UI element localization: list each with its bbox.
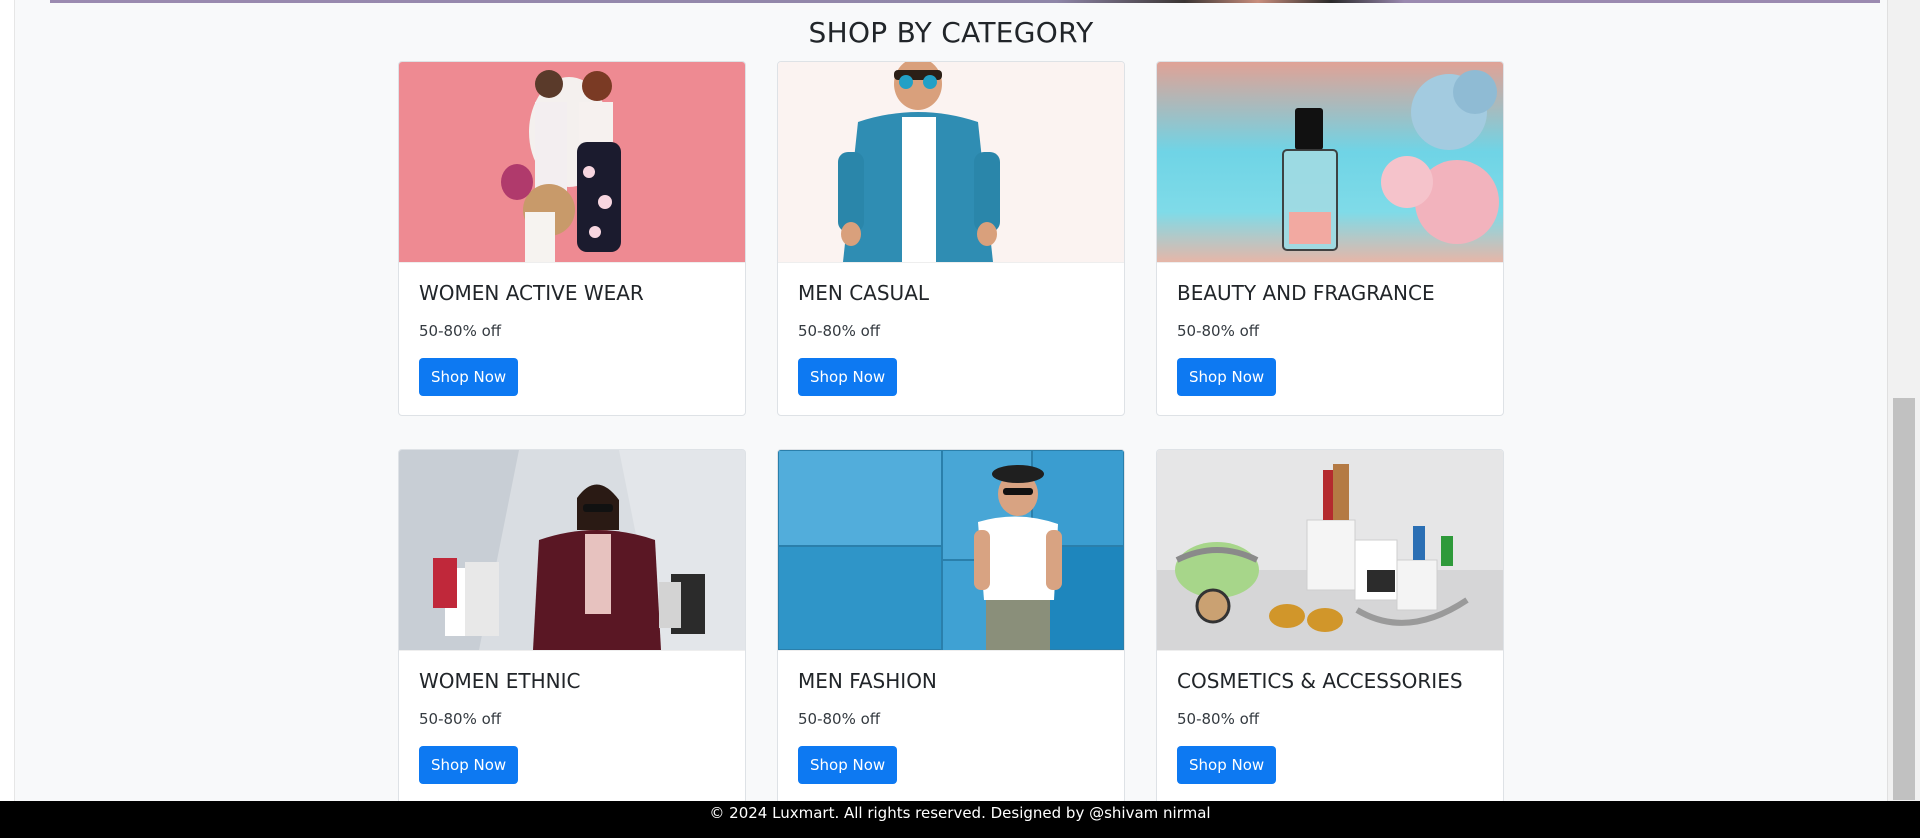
card-offer-text: 50-80% off (798, 710, 881, 728)
category-card-cosmetics-accessories: COSMETICS & ACCESSORIES 50-80% off Shop … (1156, 449, 1504, 804)
card-title: BEAUTY AND FRAGRANCE (1177, 281, 1435, 305)
category-card-beauty-fragrance: BEAUTY AND FRAGRANCE 50-80% off Shop Now (1156, 61, 1504, 416)
men-fashion-image[interactable] (778, 450, 1124, 651)
scrollbar-thumb[interactable] (1893, 398, 1915, 800)
card-offer-text: 50-80% off (1177, 710, 1260, 728)
shop-now-button[interactable]: Shop Now (798, 746, 898, 784)
card-title: WOMEN ETHNIC (419, 669, 581, 693)
section-title: SHOP BY CATEGORY (808, 16, 1094, 49)
hero-banner-edge (50, 0, 1880, 3)
men-casual-image[interactable] (778, 62, 1124, 263)
category-card-men-casual: MEN CASUAL 50-80% off Shop Now (777, 61, 1125, 416)
category-card-men-fashion: MEN FASHION 50-80% off Shop Now (777, 449, 1125, 804)
card-offer-text: 50-80% off (798, 322, 881, 340)
shop-now-button[interactable]: Shop Now (419, 358, 519, 396)
card-offer-text: 50-80% off (419, 322, 502, 340)
shop-now-button[interactable]: Shop Now (1177, 746, 1277, 784)
card-offer-text: 50-80% off (1177, 322, 1260, 340)
cosmetics-accessories-image[interactable] (1157, 450, 1503, 651)
footer-copyright-text: © 2024 Luxmart. All rights reserved. Des… (709, 804, 1211, 822)
card-offer-text: 50-80% off (419, 710, 502, 728)
page: SHOP BY CATEGORY WOMEN ACTIVE WEAR 50-80… (14, 0, 1888, 838)
card-title: WOMEN ACTIVE WEAR (419, 281, 644, 305)
women-ethnic-image[interactable] (399, 450, 745, 651)
scrollbar-track[interactable] (1887, 0, 1920, 838)
shop-now-button[interactable]: Shop Now (1177, 358, 1277, 396)
card-title: MEN FASHION (798, 669, 937, 693)
women-active-wear-image[interactable] (399, 62, 745, 263)
footer: © 2024 Luxmart. All rights reserved. Des… (0, 801, 1920, 838)
category-card-women-active-wear: WOMEN ACTIVE WEAR 50-80% off Shop Now (398, 61, 746, 416)
card-title: COSMETICS & ACCESSORIES (1177, 669, 1463, 693)
left-edge-strip (0, 0, 15, 838)
category-card-women-ethnic: WOMEN ETHNIC 50-80% off Shop Now (398, 449, 746, 804)
shop-now-button[interactable]: Shop Now (419, 746, 519, 784)
card-title: MEN CASUAL (798, 281, 930, 305)
shop-now-button[interactable]: Shop Now (798, 358, 898, 396)
beauty-fragrance-image[interactable] (1157, 62, 1503, 263)
